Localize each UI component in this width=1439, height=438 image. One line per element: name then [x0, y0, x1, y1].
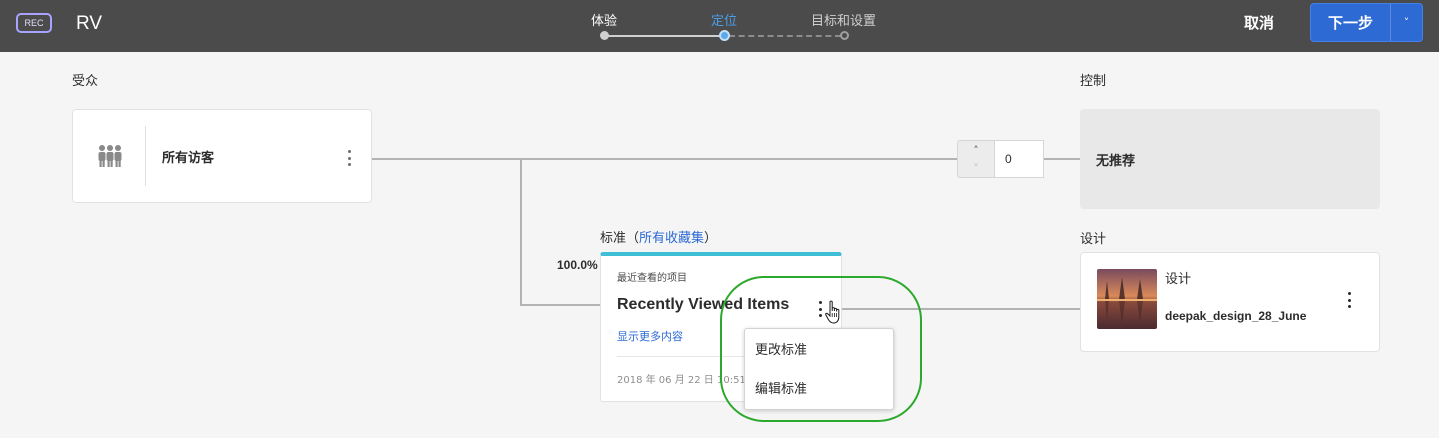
rec-badge: REC	[16, 13, 52, 33]
audience-more-icon[interactable]	[344, 150, 354, 166]
design-more-icon[interactable]	[1344, 292, 1354, 308]
design-type: 设计	[1165, 272, 1192, 287]
branch-connector-line	[520, 158, 522, 306]
allocation-percent: 100.0%	[557, 258, 598, 272]
stepper-arrows: ˄ ˅	[957, 140, 994, 178]
step-targeting-label[interactable]: 定位	[711, 10, 737, 29]
audience-connector-line	[372, 158, 957, 160]
step-remaining-line	[729, 35, 841, 37]
step-goals-label[interactable]: 目标和设置	[811, 10, 876, 29]
criteria-context-menu: 更改标准 编辑标准	[744, 328, 894, 410]
menu-item-change-criteria[interactable]: 更改标准	[745, 333, 893, 369]
criteria-header-prefix: 标准（	[600, 231, 640, 246]
cancel-button[interactable]: 取消	[1244, 12, 1274, 33]
chevron-down-icon: ˅	[1403, 16, 1410, 29]
top-bar: REC RV 体验 定位 目标和设置 取消 下一步 ˅	[0, 0, 1439, 52]
next-button[interactable]: 下一步	[1311, 4, 1391, 41]
design-name: deepak_design_28_June	[1165, 309, 1307, 323]
criteria-header-suffix: ）	[704, 231, 718, 246]
step-experience-label[interactable]: 体验	[591, 10, 617, 29]
traffic-stepper: ˄ ˅	[957, 140, 1044, 178]
menu-item-edit-criteria[interactable]: 编辑标准	[745, 372, 893, 408]
chevron-up-icon[interactable]: ˄	[958, 141, 994, 159]
control-connector-line	[1044, 158, 1080, 160]
audience-section-label: 受众	[72, 74, 99, 89]
next-button-group: 下一步 ˅	[1310, 3, 1423, 42]
control-section-label: 控制	[1080, 74, 1107, 89]
step-progress-line	[606, 35, 720, 37]
next-dropdown-button[interactable]: ˅	[1391, 4, 1422, 41]
activity-title[interactable]: RV	[76, 13, 102, 35]
design-card[interactable]: 设计 deepak_design_28_June	[1080, 252, 1380, 352]
collection-link[interactable]: 所有收藏集	[639, 231, 704, 246]
design-thumbnail	[1097, 269, 1157, 329]
control-card-text: 无推荐	[1096, 154, 1136, 169]
control-card[interactable]: 无推荐	[1080, 109, 1380, 209]
design-section-label: 设计	[1080, 232, 1107, 247]
criteria-in-connector-line	[520, 304, 600, 306]
hand-cursor-icon	[825, 300, 840, 324]
show-more-link[interactable]: 显示更多内容	[617, 328, 683, 344]
step-targeting-dot[interactable]	[719, 30, 730, 41]
audience-card-divider	[145, 126, 146, 186]
criteria-header: 标准（所有收藏集）	[600, 227, 717, 246]
criteria-date: 2018 年 06 月 22 日 10:51 晚上	[617, 375, 747, 386]
step-experience-dot[interactable]	[600, 31, 609, 40]
design-connector-line	[842, 308, 1080, 310]
audience-card[interactable]: 所有访客	[72, 109, 372, 203]
criteria-title: Recently Viewed Items	[617, 296, 790, 313]
chevron-down-icon[interactable]: ˅	[958, 159, 994, 177]
audience-name: 所有访客	[162, 151, 215, 166]
step-goals-dot[interactable]	[840, 31, 849, 40]
traffic-value-input[interactable]	[994, 140, 1044, 178]
criteria-type: 最近查看的项目	[617, 273, 687, 284]
people-group-icon	[98, 145, 122, 167]
